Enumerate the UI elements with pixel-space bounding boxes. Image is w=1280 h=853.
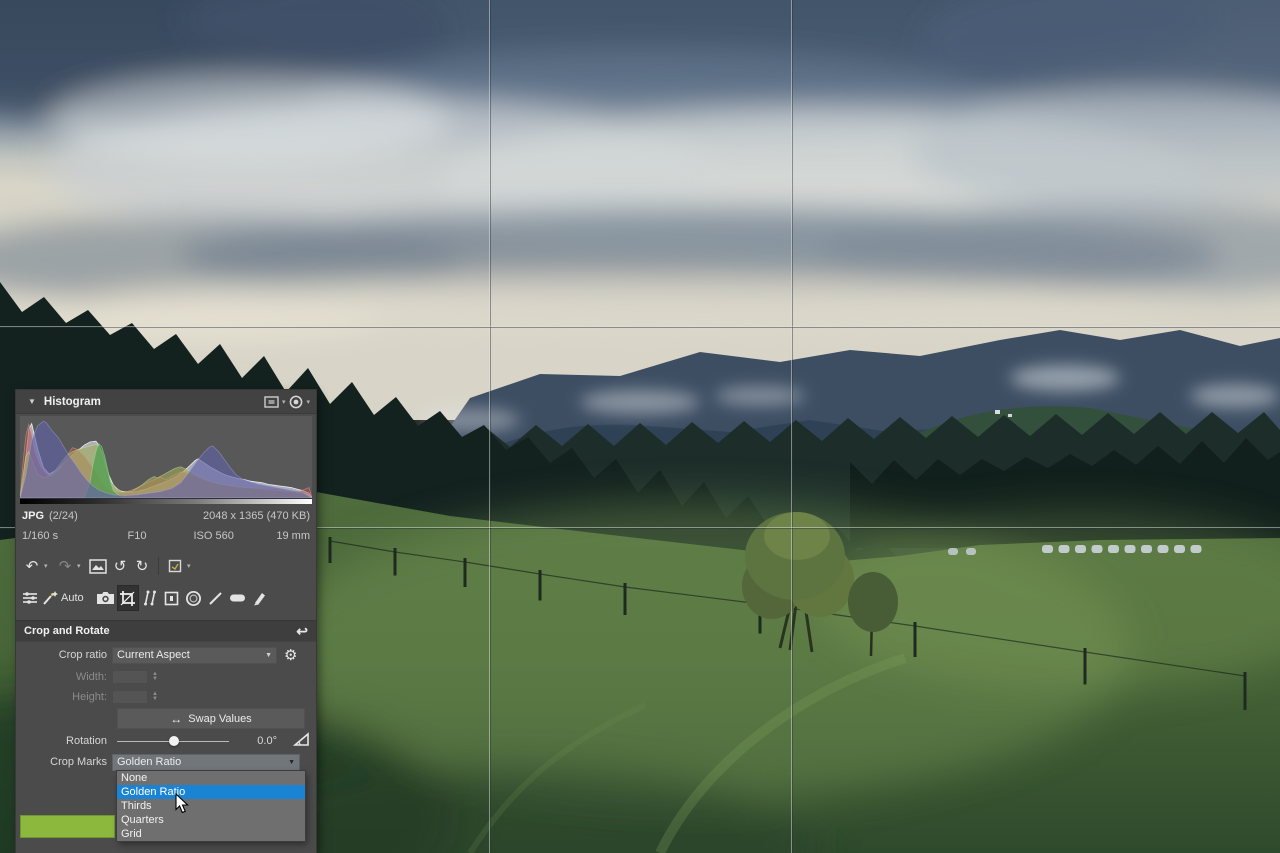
develop-panel: ▼ Histogram ▾ ▾ JPG (2/24) 2048 x 1365 (…	[16, 390, 316, 853]
chevron-down-icon: ▼	[265, 652, 272, 659]
image-size: 2048 x 1365 (470 KB)	[203, 510, 310, 522]
aperture: F10	[99, 530, 176, 542]
toolbar-divider	[158, 557, 159, 575]
dropdown-option-quarters[interactable]: Quarters	[117, 813, 305, 827]
file-info-row: JPG (2/24) 2048 x 1365 (470 KB)	[22, 510, 310, 522]
redo-menu-caret[interactable]: ▾	[77, 562, 86, 570]
exif-row: 1/160 s F10 ISO 560 19 mm	[22, 530, 310, 542]
editor-window: ▼ Histogram ▾ ▾ JPG (2/24) 2048 x 1365 (…	[0, 0, 1280, 853]
crop-tool-icon[interactable]	[118, 586, 138, 610]
width-spinner[interactable]: ▲▼	[152, 670, 162, 684]
camera-tool-icon[interactable]	[96, 586, 116, 610]
clouds	[0, 0, 1280, 342]
overlay-toggle-button[interactable]	[289, 395, 303, 409]
height-spinner[interactable]: ▲▼	[152, 690, 162, 704]
crop-ratio-row: Crop ratio Current Aspect ▼ ⚙	[16, 646, 316, 664]
height-label: Height:	[16, 691, 112, 703]
frame-counter: (2/24)	[49, 510, 78, 522]
crop-marks-select[interactable]: Golden Ratio ▼	[112, 754, 300, 771]
chevron-down-icon: ▼	[288, 759, 295, 766]
dropdown-option-grid[interactable]: Grid	[117, 827, 305, 841]
history-toolbar: ↶ ▾ ↷ ▾ ↺ ↻ ▾	[22, 552, 196, 580]
height-row: Height: ▲▼	[16, 688, 316, 706]
histogram-header: ▼ Histogram ▾ ▾	[16, 390, 316, 414]
swap-arrows-icon: ↔	[170, 712, 182, 726]
tools-toolbar: Auto	[20, 584, 270, 612]
file-format: JPG	[22, 510, 44, 522]
crop-ratio-value: Current Aspect	[117, 649, 190, 661]
dropdown-option-none[interactable]: None	[117, 771, 305, 785]
rotation-row: Rotation 0.0°	[16, 732, 316, 750]
straighten-tool-icon[interactable]	[140, 586, 160, 610]
rotate-right-button[interactable]: ↻	[132, 554, 152, 578]
apply-button[interactable]	[20, 815, 115, 838]
histogram-title: Histogram	[44, 396, 101, 408]
crop-marks-dropdown-list: NoneGolden RatioThirdsQuartersGrid	[117, 771, 305, 841]
auto-label: Auto	[61, 592, 84, 604]
rotation-slider-thumb[interactable]	[169, 736, 179, 746]
rotate-left-button[interactable]: ↺	[110, 554, 130, 578]
swap-values-label: Swap Values	[188, 713, 251, 725]
vignette-tool-icon[interactable]	[184, 586, 204, 610]
level-tool-icon[interactable]	[293, 732, 311, 750]
distant-house	[1008, 414, 1012, 417]
redo-button[interactable]: ↷	[55, 554, 75, 578]
copy-settings-button[interactable]	[165, 554, 185, 578]
filter-brush-tool-icon[interactable]	[250, 586, 270, 610]
auto-enhance-button[interactable]: Auto	[42, 586, 84, 610]
rotation-label: Rotation	[16, 735, 112, 747]
chevron-down-icon[interactable]: ▾	[282, 398, 286, 406]
crop-rotate-header: Crop and Rotate ↩	[16, 620, 316, 642]
undo-button[interactable]: ↶	[22, 554, 42, 578]
crop-marks-label: Crop Marks	[16, 756, 112, 768]
height-input[interactable]	[112, 690, 148, 704]
reset-section-button[interactable]: ↩	[296, 623, 308, 640]
distant-house	[995, 410, 1000, 414]
collapse-triangle-icon[interactable]: ▼	[28, 397, 36, 406]
compare-image-button[interactable]	[88, 554, 108, 578]
width-row: Width: ▲▼	[16, 668, 316, 686]
swap-values-button[interactable]: ↔ Swap Values	[117, 708, 305, 729]
section-title: Crop and Rotate	[24, 625, 110, 637]
width-input[interactable]	[112, 670, 148, 684]
undo-menu-caret[interactable]: ▾	[44, 562, 53, 570]
focal-length: 19 mm	[252, 530, 310, 542]
radial-filter-tool-icon[interactable]	[228, 586, 248, 610]
histogram-plot	[20, 416, 312, 498]
gradient-filter-tool-icon[interactable]	[206, 586, 226, 610]
histogram-gradient-strip	[20, 498, 312, 504]
chevron-down-icon[interactable]: ▾	[306, 398, 310, 406]
shutter-speed: 1/160 s	[22, 530, 99, 542]
dropdown-option-thirds[interactable]: Thirds	[117, 799, 305, 813]
rotation-value: 0.0°	[229, 735, 277, 747]
frame-tool-icon[interactable]	[162, 586, 182, 610]
crop-marks-row: Crop Marks Golden Ratio ▼	[16, 753, 316, 771]
crop-marks-value: Golden Ratio	[117, 756, 181, 768]
crop-ratio-select[interactable]: Current Aspect ▼	[112, 647, 277, 664]
iso: ISO 560	[175, 530, 252, 542]
adjustments-icon[interactable]	[20, 586, 40, 610]
copy-settings-caret[interactable]: ▾	[187, 562, 196, 570]
width-label: Width:	[16, 671, 112, 683]
crop-ratio-label: Crop ratio	[16, 649, 112, 661]
dropdown-option-golden-ratio[interactable]: Golden Ratio	[117, 785, 305, 799]
rotation-slider[interactable]	[117, 733, 229, 749]
gear-icon[interactable]: ⚙	[284, 648, 297, 663]
histogram-mode-button[interactable]	[264, 396, 279, 408]
